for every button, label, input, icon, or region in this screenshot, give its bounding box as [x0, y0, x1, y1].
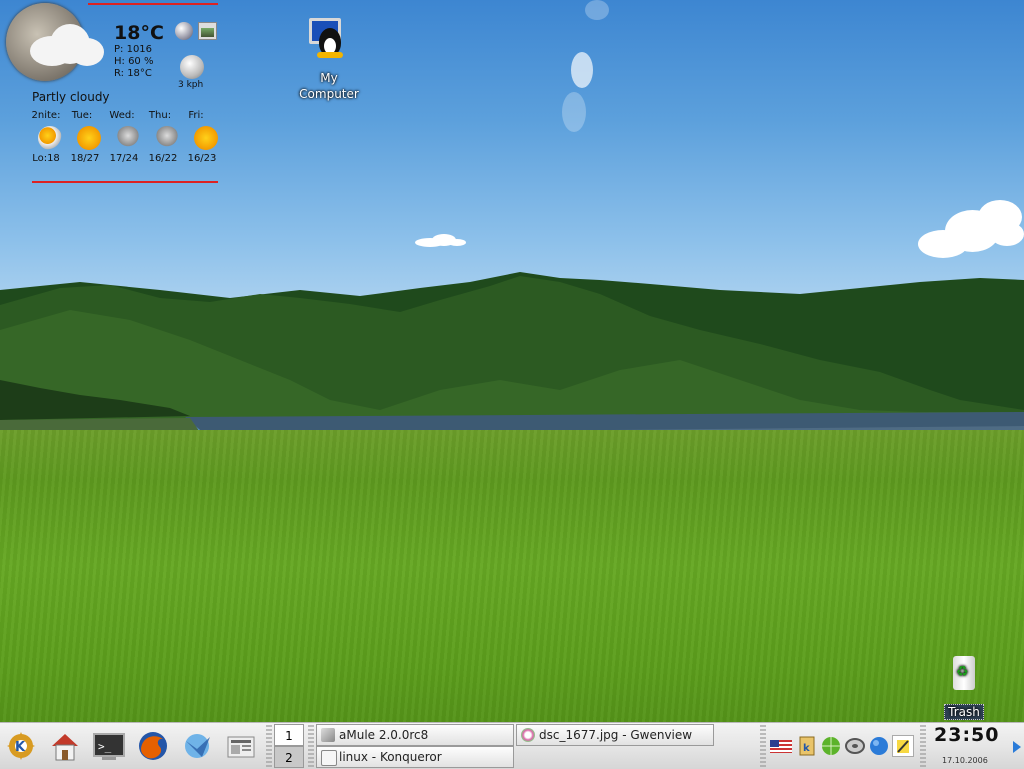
gwenview-icon — [521, 728, 535, 742]
sun-icon — [194, 126, 218, 150]
task-gwenview[interactable]: dsc_1677.jpg - Gwenview — [516, 724, 714, 746]
trash-desktop-icon[interactable]: Trash — [938, 652, 990, 720]
firefox-icon[interactable] — [136, 729, 170, 763]
news-icon[interactable] — [224, 729, 258, 763]
home-icon[interactable] — [48, 729, 82, 763]
forecast-range: 18/27 — [70, 153, 100, 164]
trash-icon — [939, 652, 989, 696]
photo-icon[interactable] — [198, 22, 217, 40]
terminal-icon[interactable]: >_ — [92, 729, 126, 763]
forecast-range: 17/24 — [109, 153, 139, 164]
document-icon — [321, 750, 337, 766]
kde-menu-icon[interactable]: K — [4, 729, 38, 763]
lens-flare — [585, 0, 609, 20]
hide-panel-arrow-icon[interactable] — [1012, 739, 1022, 753]
klipper-icon[interactable]: k — [796, 735, 818, 757]
email-icon[interactable] — [180, 729, 214, 763]
panel-handle[interactable] — [760, 725, 766, 767]
pressure-value: P: 1016 — [114, 44, 153, 55]
kicker-panel: K >_ 1 2 aMule 2.0.0rc8 dsc_1677.jpg - G… — [0, 722, 1024, 769]
forecast-range: Lo:18 — [32, 153, 60, 164]
svg-text:k: k — [803, 743, 810, 754]
my-computer-desktop-icon[interactable]: My Computer — [294, 18, 364, 104]
panel-handle[interactable] — [266, 725, 272, 767]
trash-label: Trash — [944, 704, 984, 720]
wind-compass-icon — [180, 55, 204, 79]
weather-condition: Partly cloudy — [32, 90, 110, 104]
svg-text:>_: >_ — [98, 740, 112, 753]
humidity-value: H: 60 % — [114, 56, 154, 67]
lens-flare — [562, 92, 586, 132]
network-icon[interactable] — [820, 735, 842, 757]
task-konqueror[interactable]: linux - Konqueror — [316, 746, 514, 768]
panel-handle[interactable] — [920, 725, 926, 767]
panel-handle[interactable] — [308, 725, 314, 767]
realfeel-value: R: 18°C — [114, 68, 152, 79]
weather-top-rule — [88, 3, 218, 5]
globe-icon[interactable] — [868, 735, 890, 757]
forecast-day: Wed: — [109, 110, 135, 121]
desktop-pager-1[interactable]: 1 — [274, 724, 304, 746]
wallpaper-field-texture — [0, 430, 1024, 768]
forecast-range: 16/22 — [148, 153, 178, 164]
forecast-range: 16/23 — [187, 153, 217, 164]
forecast-day: Fri: — [188, 110, 204, 121]
task-label: dsc_1677.jpg - Gwenview — [539, 728, 693, 742]
cd-icon[interactable] — [844, 735, 866, 757]
forecast-day: Thu: — [148, 110, 172, 121]
sun-icon — [77, 126, 101, 150]
task-amule[interactable]: aMule 2.0.0rc8 — [316, 724, 514, 746]
rain-icon — [155, 126, 179, 150]
task-label: linux - Konqueror — [339, 750, 442, 764]
amule-icon — [321, 728, 335, 742]
globe-icon[interactable] — [175, 22, 193, 40]
forecast-day: 2nite: — [31, 110, 61, 121]
rain-icon — [116, 126, 140, 150]
desktop-pager-2[interactable]: 2 — [274, 746, 304, 768]
notes-icon[interactable] — [892, 735, 914, 757]
panel-date: 17.10.2006 — [942, 756, 988, 765]
current-temperature: 18°C — [114, 22, 164, 44]
my-computer-label: My Computer — [299, 71, 359, 101]
weather-bottom-rule — [32, 181, 218, 183]
panel-clock[interactable]: 23:50 — [934, 724, 999, 746]
wind-speed: 3 kph — [178, 80, 204, 90]
partly-cloudy-icon — [38, 126, 62, 150]
computer-icon — [299, 18, 359, 66]
us-flag-icon[interactable] — [770, 735, 792, 757]
lens-flare — [571, 52, 593, 88]
task-label: aMule 2.0.0rc8 — [339, 728, 429, 742]
svg-text:K: K — [15, 740, 26, 755]
forecast-day: Tue: — [71, 110, 93, 121]
weather-widget[interactable]: 18°C P: 1016 H: 60 % R: 18°C 3 kph Partl… — [0, 0, 225, 190]
